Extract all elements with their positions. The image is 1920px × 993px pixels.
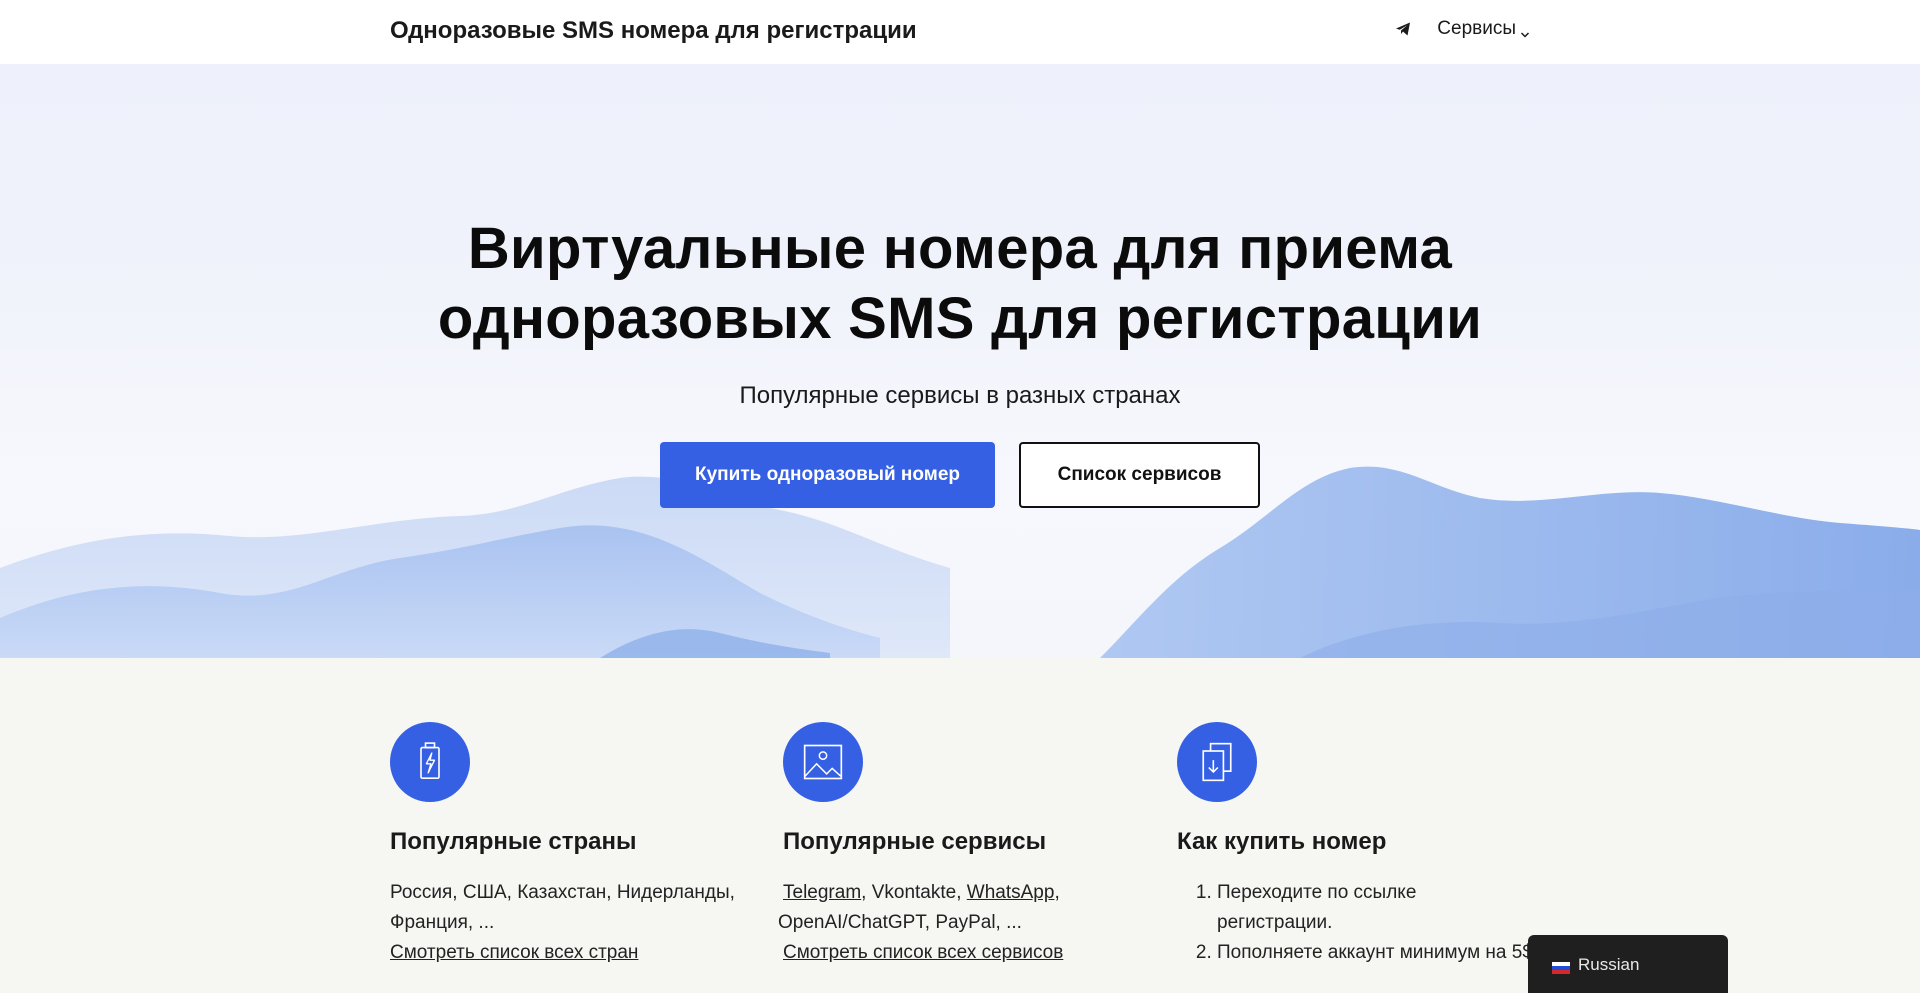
telegram-icon[interactable]: [1395, 21, 1411, 37]
feature-title: Как купить номер: [1177, 828, 1387, 855]
chevron-down-icon: [1520, 24, 1530, 38]
battery-bolt-icon: [390, 722, 470, 802]
russian-flag-icon: [1552, 959, 1570, 974]
services-menu[interactable]: Сервисы: [1437, 18, 1530, 40]
document-download-icon: [1177, 722, 1257, 802]
feature-title: Популярные сервисы: [783, 828, 1047, 855]
hero-title-line-1: Виртуальные номера для приема: [467, 216, 1453, 281]
list-item: Пополняете аккаунт минимум на 5$: [1217, 938, 1537, 968]
hero-section: Виртуальные номера для приема одноразовы…: [0, 64, 1920, 658]
all-services-link[interactable]: Смотреть список всех сервисов: [783, 938, 1143, 968]
feature-popular-countries: Популярные страны Россия, США, Казахстан…: [390, 722, 750, 968]
services-list-button[interactable]: Список сервисов: [1019, 442, 1260, 508]
services-menu-label: Сервисы: [1437, 18, 1516, 39]
telegram-link[interactable]: Telegram: [783, 882, 861, 903]
picture-icon: [783, 722, 863, 802]
feature-title: Популярные страны: [390, 828, 637, 855]
language-label: Russian: [1578, 955, 1640, 974]
buy-steps-list: Переходите по ссылке регистрации. Пополн…: [1177, 878, 1537, 968]
hero-title: Виртуальные номера для приема одноразовы…: [0, 214, 1920, 354]
language-switcher[interactable]: Russian: [1528, 935, 1728, 993]
feature-popular-services: Популярные сервисы Telegram, Vkontakte, …: [778, 722, 1143, 968]
whatsapp-link[interactable]: WhatsApp: [967, 882, 1055, 903]
feature-how-to-buy: Как купить номер Переходите по ссылке ре…: [1177, 722, 1537, 968]
site-header: Одноразовые SMS номера для регистрации С…: [0, 0, 1920, 64]
feature-text: Telegram, Vkontakte, WhatsApp, OpenAI/Ch…: [778, 882, 1060, 933]
hero-subtitle: Популярные сервисы в разных странах: [739, 382, 1181, 409]
list-item: Переходите по ссылке регистрации.: [1217, 878, 1537, 938]
feature-text: Россия, США, Казахстан, Нидерланды, Фран…: [390, 882, 735, 933]
hero-title-line-2: одноразовых SMS для регистрации: [437, 286, 1483, 351]
all-countries-link[interactable]: Смотреть список всех стран: [390, 938, 750, 968]
site-title[interactable]: Одноразовые SMS номера для регистрации: [390, 17, 917, 45]
buy-number-button[interactable]: Купить одноразовый номер: [660, 442, 995, 508]
main-nav: Сервисы: [1395, 18, 1530, 40]
